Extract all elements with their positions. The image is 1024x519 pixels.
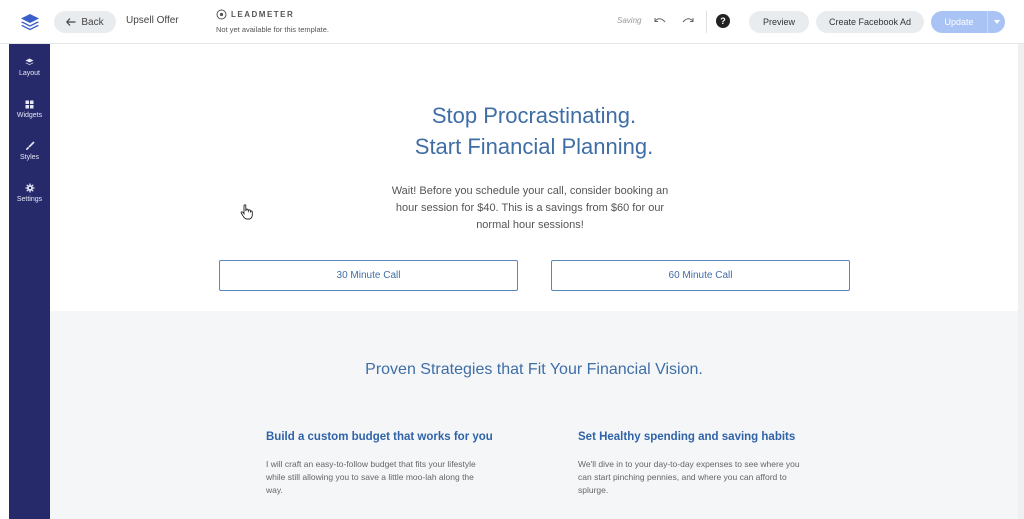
hero-title-line2: Start Financial Planning. — [414, 134, 654, 159]
feature-heading[interactable]: Build a custom budget that works for you — [266, 431, 496, 444]
sidebar-item-styles[interactable]: Styles — [9, 133, 50, 169]
leadmeter-note: Not yet available for this template. — [216, 25, 329, 34]
redo-button[interactable] — [680, 14, 696, 28]
arrow-left-icon — [66, 18, 76, 26]
cta-30-minute-call-button[interactable]: 30 Minute Call — [219, 260, 518, 291]
sidebar-item-label: Settings — [16, 196, 43, 203]
update-button[interactable]: Update — [931, 11, 987, 33]
redo-icon — [682, 18, 694, 23]
app-logo[interactable] — [8, 0, 52, 44]
cta-60-minute-call-button[interactable]: 60 Minute Call — [551, 260, 850, 291]
hero-title[interactable]: Stop Procrastinating. Start Financial Pl… — [50, 100, 1018, 162]
undo-icon — [654, 18, 666, 23]
preview-button[interactable]: Preview — [749, 11, 809, 33]
page-canvas: Stop Procrastinating. Start Financial Pl… — [50, 44, 1018, 519]
feature-block: Build a custom budget that works for you… — [266, 431, 496, 497]
sidebar-item-label: Widgets — [16, 111, 43, 119]
create-facebook-ad-button[interactable]: Create Facebook Ad — [816, 11, 924, 33]
feature-heading[interactable]: Set Healthy spending and saving habits — [578, 431, 808, 444]
layers-logo-icon — [21, 14, 39, 31]
back-label: Back — [81, 16, 104, 28]
window-right-edge — [1018, 44, 1024, 519]
save-status: Saving — [617, 16, 642, 25]
page-name: Upsell Offer — [126, 15, 179, 26]
feature-text[interactable]: I will craft an easy-to-follow budget th… — [266, 458, 491, 497]
update-dropdown-button[interactable] — [987, 11, 1005, 33]
strategies-section: Proven Strategies that Fit Your Financia… — [50, 311, 1018, 519]
sidebar-item-widgets[interactable]: Widgets — [9, 91, 50, 127]
editor-sidebar: Layout Widgets Styles Settings — [9, 44, 50, 519]
target-icon — [216, 9, 227, 20]
caret-down-icon — [993, 20, 1000, 24]
strategies-title[interactable]: Proven Strategies that Fit Your Financia… — [50, 361, 1018, 379]
layers-icon — [25, 58, 34, 65]
brush-icon — [25, 141, 35, 150]
window-left-edge — [0, 44, 9, 519]
gear-icon — [25, 183, 34, 193]
sidebar-item-layout[interactable]: Layout — [9, 49, 50, 85]
hero-title-line1: Stop Procrastinating. — [431, 103, 637, 128]
leadmeter-brand: LEADMETER — [231, 10, 295, 19]
update-button-group: Update — [931, 11, 1005, 33]
hand-cursor-icon — [240, 204, 254, 225]
feature-text[interactable]: We'll dive in to your day-to-day expense… — [578, 458, 803, 497]
back-button[interactable]: Back — [54, 11, 116, 33]
help-icon[interactable]: ? — [716, 14, 730, 28]
sidebar-item-label: Styles — [19, 154, 40, 161]
leadmeter-widget: LEADMETER Not yet available for this tem… — [216, 9, 329, 34]
undo-button[interactable] — [652, 14, 668, 28]
feature-block: Set Healthy spending and saving habits W… — [578, 431, 808, 497]
sidebar-item-label: Layout — [18, 69, 41, 77]
top-toolbar: Back Upsell Offer LEADMETER Not yet avai… — [0, 0, 1024, 44]
toolbar-divider — [706, 11, 707, 33]
hero-body-text[interactable]: Wait! Before you schedule your call, con… — [380, 183, 680, 234]
grid-icon — [25, 100, 34, 108]
sidebar-item-settings[interactable]: Settings — [9, 175, 50, 211]
